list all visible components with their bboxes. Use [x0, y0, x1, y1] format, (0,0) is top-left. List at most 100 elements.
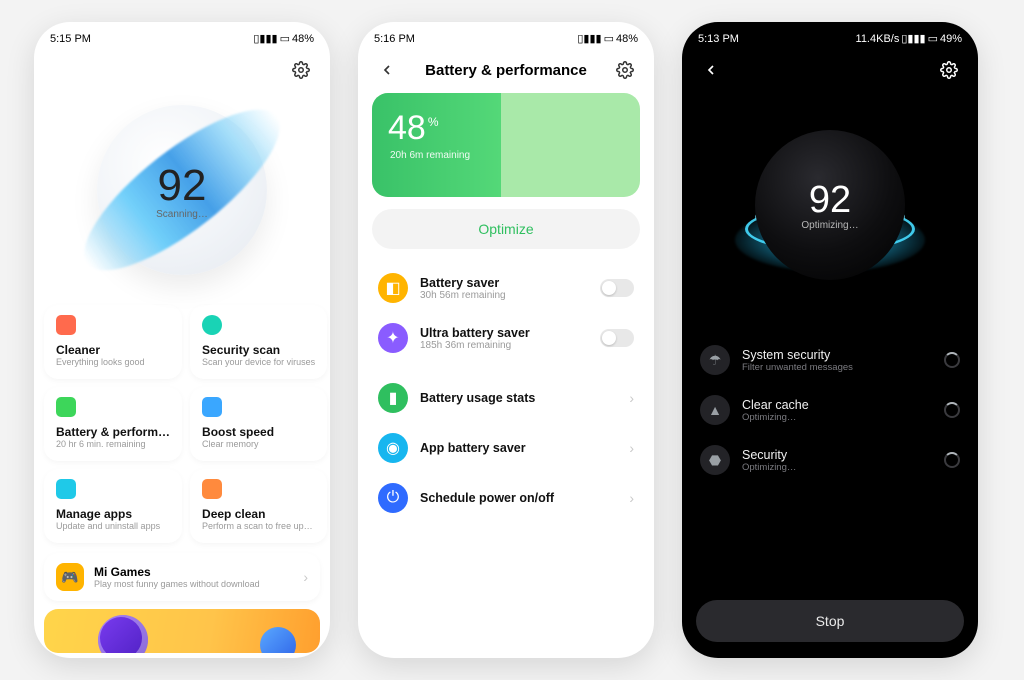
row-sub: Optimizing… — [742, 462, 932, 473]
row-title: Ultra battery saver — [420, 326, 588, 340]
row-title: App battery saver — [420, 441, 617, 455]
chevron-right-icon: › — [303, 569, 308, 585]
settings-button[interactable] — [614, 59, 636, 81]
optimizing-screen: 5:13 PM 11.4KB/s ▯▮▮▮ ▭ 49% 92 Optimizin… — [682, 22, 978, 658]
tile-cleaner[interactable]: Cleaner Everything looks good — [44, 305, 182, 379]
row-usage-stats[interactable]: ▮ Battery usage stats › — [364, 373, 648, 423]
score-value: 92 — [158, 161, 207, 211]
tile-boost[interactable]: Boost speed Clear memory — [190, 387, 327, 461]
rocket-icon: ▲ — [700, 395, 730, 425]
tile-sub: Update and uninstall apps — [56, 521, 170, 531]
row-ultra-saver[interactable]: ✦ Ultra battery saver 185h 36m remaining — [364, 313, 648, 363]
row-sub: 30h 56m remaining — [420, 290, 588, 301]
promo-banner[interactable] — [44, 609, 320, 653]
battery-saver-icon: ◧ — [378, 273, 408, 303]
saver-list: ◧ Battery saver 30h 56m remaining ✦ Ultr… — [364, 263, 648, 523]
status-right: ▯▮▮▮ ▭ 48% — [253, 32, 314, 45]
back-button[interactable] — [700, 59, 722, 81]
feature-grid: Cleaner Everything looks good Security s… — [34, 295, 330, 543]
tile-title: Boost speed — [202, 425, 315, 439]
battery-card[interactable]: 48% 20h 6m remaining — [372, 93, 640, 197]
tile-sub: 20 hr 6 min. remaining — [56, 439, 170, 449]
row-system-security[interactable]: ☂ System security Filter unwanted messag… — [698, 335, 962, 385]
tile-title: Manage apps — [56, 507, 170, 521]
spinner-icon — [944, 402, 960, 418]
battery-icon — [56, 397, 76, 417]
chevron-right-icon: › — [629, 440, 634, 456]
row-title: Schedule power on/off — [420, 491, 617, 505]
score-value: 92 — [809, 179, 851, 222]
score-status: Optimizing… — [801, 220, 858, 231]
battery-icon: ▭ — [604, 32, 614, 45]
gamepad-icon: 🎮 — [56, 563, 84, 591]
row-sub: Optimizing… — [742, 412, 932, 423]
shield-check-icon — [202, 315, 222, 335]
chevron-right-icon: › — [629, 390, 634, 406]
security-app-screen: 5:15 PM ▯▮▮▮ ▭ 48% 92 Scanning… Cleaner … — [34, 22, 330, 658]
status-time: 5:15 PM — [50, 33, 91, 45]
battery-performance-screen: 5:16 PM ▯▮▮▮ ▭ 48% Battery & performance… — [358, 22, 654, 658]
ultra-saver-icon: ✦ — [378, 323, 408, 353]
tile-title: Cleaner — [56, 343, 170, 357]
battery-icon: ▭ — [928, 32, 938, 45]
top-bar — [682, 51, 978, 85]
row-app-battery-saver[interactable]: ◉ App battery saver › — [364, 423, 648, 473]
power-icon: ⏻ — [378, 483, 408, 513]
stats-icon: ▮ — [378, 383, 408, 413]
top-bar — [34, 51, 330, 85]
battery-remaining: 20h 6m remaining — [372, 148, 640, 161]
app-saver-icon: ◉ — [378, 433, 408, 463]
broom-icon — [202, 479, 222, 499]
score-orb: 92 Optimizing… — [755, 130, 905, 280]
page-title: Battery & performance — [398, 62, 614, 79]
battery-icon: ▭ — [280, 32, 290, 45]
back-button[interactable] — [376, 59, 398, 81]
status-battery: 48% — [292, 33, 314, 45]
optimize-button[interactable]: Optimize — [372, 209, 640, 249]
bolt-icon — [202, 397, 222, 417]
toggle-ultra-saver[interactable] — [600, 329, 634, 347]
row-title: Battery saver — [420, 276, 588, 290]
status-net: 11.4KB/s — [856, 33, 900, 45]
tile-security-scan[interactable]: Security scan Scan your device for virus… — [190, 305, 327, 379]
promo-title: Mi Games — [94, 565, 293, 579]
tile-battery[interactable]: Battery & perform… 20 hr 6 min. remainin… — [44, 387, 182, 461]
row-title: Security — [742, 448, 932, 462]
toggle-battery-saver[interactable] — [600, 279, 634, 297]
tile-title: Battery & perform… — [56, 425, 170, 439]
tile-title: Deep clean — [202, 507, 315, 521]
tile-title: Security scan — [202, 343, 315, 357]
promo-mi-games[interactable]: 🎮 Mi Games Play most funny games without… — [44, 553, 320, 601]
tile-sub: Scan your device for viruses — [202, 357, 315, 367]
settings-button[interactable] — [290, 59, 312, 81]
row-title: Clear cache — [742, 398, 932, 412]
promo-sub: Play most funny games without download — [94, 579, 293, 589]
row-clear-cache[interactable]: ▲ Clear cache Optimizing… — [698, 385, 962, 435]
tile-sub: Perform a scan to free up… — [202, 521, 315, 531]
score-hero: 92 Optimizing… — [682, 85, 978, 325]
row-title: Battery usage stats — [420, 391, 617, 405]
signal-icon: ▯▮▮▮ — [253, 32, 277, 45]
tile-manage-apps[interactable]: Manage apps Update and uninstall apps — [44, 469, 182, 543]
umbrella-icon: ☂ — [700, 345, 730, 375]
status-right: 11.4KB/s ▯▮▮▮ ▭ 49% — [856, 32, 962, 45]
score-orb: 92 Scanning… — [97, 105, 267, 275]
trash-icon — [56, 315, 76, 335]
status-bar: 5:13 PM 11.4KB/s ▯▮▮▮ ▭ 49% — [682, 22, 978, 51]
row-battery-saver[interactable]: ◧ Battery saver 30h 56m remaining — [364, 263, 648, 313]
shield-icon: ⬣ — [700, 445, 730, 475]
signal-icon: ▯▮▮▮ — [577, 32, 601, 45]
battery-percent: 48% — [372, 93, 640, 148]
row-security[interactable]: ⬣ Security Optimizing… — [698, 435, 962, 485]
stop-button[interactable]: Stop — [696, 600, 964, 642]
chevron-right-icon: › — [629, 490, 634, 506]
tile-deep-clean[interactable]: Deep clean Perform a scan to free up… — [190, 469, 327, 543]
settings-button[interactable] — [938, 59, 960, 81]
row-sub: Filter unwanted messages — [742, 362, 932, 373]
status-battery: 48% — [616, 33, 638, 45]
apps-icon — [56, 479, 76, 499]
top-bar: Battery & performance — [358, 51, 654, 85]
row-title: System security — [742, 348, 932, 362]
row-schedule-power[interactable]: ⏻ Schedule power on/off › — [364, 473, 648, 523]
status-bar: 5:15 PM ▯▮▮▮ ▭ 48% — [34, 22, 330, 51]
